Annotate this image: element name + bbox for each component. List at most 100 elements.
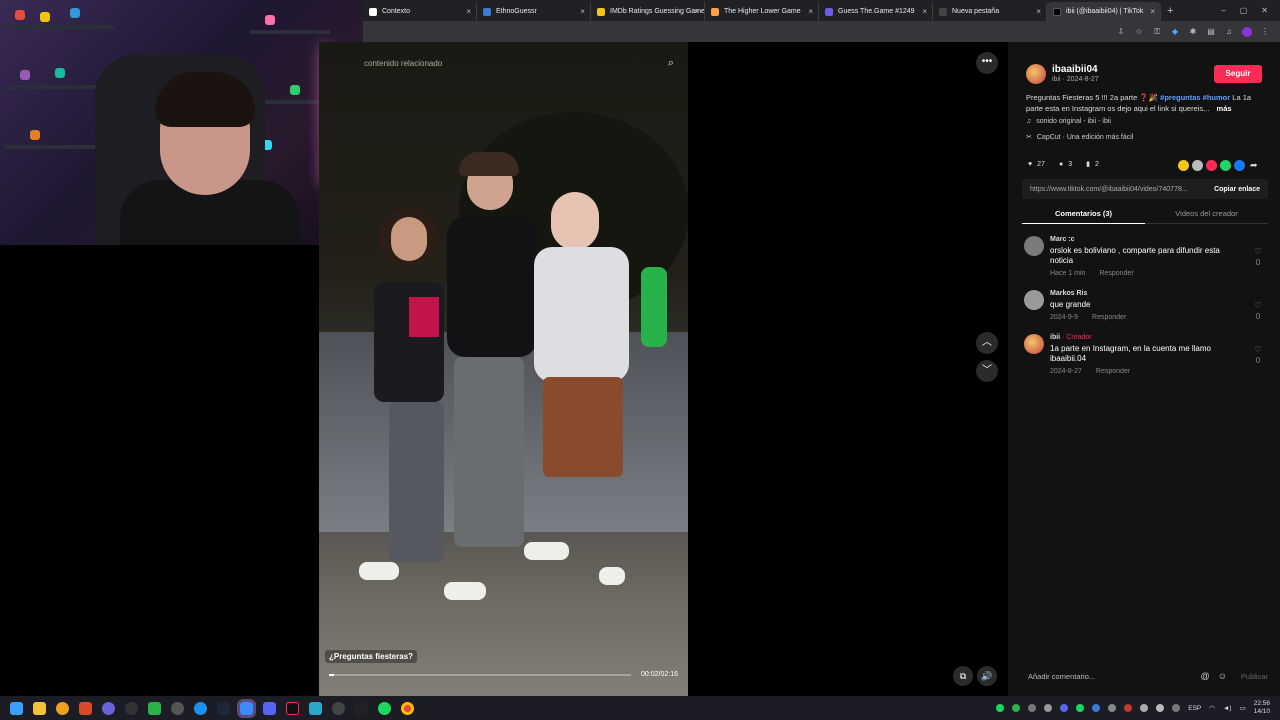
tray-icon[interactable]	[1092, 704, 1101, 712]
search-icon[interactable]	[56, 701, 69, 715]
commenter-avatar[interactable]	[1024, 290, 1044, 310]
app-icon[interactable]	[79, 701, 92, 715]
sound-line[interactable]: ♫ sonido original - ibii - ibii	[1026, 118, 1111, 125]
wifi-icon[interactable]: ◠	[1209, 704, 1215, 712]
comment-input[interactable]: Añadir comentario...	[1020, 672, 1095, 681]
language-indicator[interactable]: ESP	[1188, 705, 1201, 712]
tab-contexto[interactable]: Contexto ×	[363, 2, 477, 21]
key-icon[interactable]: ⚿	[1152, 27, 1162, 37]
tab-new-tab[interactable]: Nueva pestaña ×	[933, 2, 1047, 21]
minimize-button[interactable]: –	[1221, 6, 1225, 15]
comment-like-button[interactable]: ♡ 0	[1252, 246, 1264, 268]
more-options-button[interactable]: •••	[976, 52, 998, 74]
previous-video-button[interactable]: ︿	[976, 332, 998, 354]
tab-ethnoguessr[interactable]: EthnoGuessr ×	[477, 2, 591, 21]
spotify-icon[interactable]	[378, 701, 391, 715]
friends-share-icon[interactable]	[1192, 160, 1203, 171]
tray-icon[interactable]	[1060, 704, 1069, 712]
close-tab-icon[interactable]: ×	[1150, 7, 1155, 16]
like-button[interactable]: ♥ 27	[1028, 161, 1045, 168]
app-icon[interactable]	[332, 701, 345, 715]
search-icon[interactable]: ⌕	[668, 57, 674, 70]
follow-button[interactable]: Seguir	[1214, 65, 1262, 83]
chrome-icon[interactable]	[401, 701, 414, 715]
bookmark-star-icon[interactable]: ☆	[1134, 27, 1144, 37]
battery-icon[interactable]: ▭	[1240, 704, 1246, 712]
comment-button[interactable]: ● 3	[1059, 161, 1072, 168]
floating-player-button[interactable]: ⧉	[953, 666, 973, 686]
app-icon[interactable]	[171, 701, 184, 715]
reading-list-icon[interactable]: ▤	[1206, 27, 1216, 37]
tray-icon[interactable]	[1028, 704, 1037, 712]
tray-icon[interactable]	[1108, 704, 1117, 712]
whatsapp-share-icon[interactable]	[1220, 160, 1231, 171]
facebook-share-icon[interactable]	[1234, 160, 1245, 171]
volume-button[interactable]: 🔊	[977, 666, 997, 686]
reply-button[interactable]: Responder	[1099, 270, 1133, 277]
reply-button[interactable]: Responder	[1092, 314, 1126, 321]
close-tab-icon[interactable]: ×	[922, 7, 927, 16]
tiktok-share-icon[interactable]	[1206, 160, 1217, 171]
reply-button[interactable]: Responder	[1096, 368, 1130, 375]
extension-blue-icon[interactable]: ◆	[1170, 27, 1180, 37]
more-link[interactable]: más	[1217, 104, 1232, 113]
tray-icon[interactable]	[1076, 704, 1085, 712]
video-frame[interactable]: contenido relacionado ⌕ ¿Preguntas fiest…	[319, 42, 688, 696]
tray-icon[interactable]	[1156, 704, 1165, 712]
creator-avatar[interactable]	[1026, 64, 1046, 84]
close-tab-icon[interactable]: ×	[580, 7, 585, 16]
close-tab-icon[interactable]: ×	[466, 7, 471, 16]
comment-user[interactable]: ibii · Creador	[1050, 334, 1092, 341]
tab-imdb[interactable]: IMDb Ratings Guessing Game ×	[591, 2, 705, 21]
edge-icon[interactable]	[194, 701, 207, 715]
volume-icon[interactable]: ◄)	[1223, 705, 1232, 712]
close-window-button[interactable]: ✕	[1261, 6, 1268, 15]
install-icon[interactable]: ⇩	[1116, 27, 1126, 37]
media-icon[interactable]: ♫	[1224, 27, 1234, 37]
publish-button[interactable]: Publicar	[1241, 672, 1268, 681]
discord-icon[interactable]	[263, 701, 276, 715]
mention-icon[interactable]: @	[1201, 671, 1210, 681]
clock[interactable]: 22:56 14/10	[1254, 700, 1270, 716]
maximize-button[interactable]: ▢	[1240, 6, 1248, 15]
commenter-avatar[interactable]	[1024, 236, 1044, 256]
app-icon[interactable]	[125, 701, 138, 715]
close-tab-icon[interactable]: ×	[1036, 7, 1041, 16]
video-progress-bar[interactable]	[329, 674, 631, 676]
tray-icon[interactable]	[996, 704, 1005, 712]
comment-like-button[interactable]: ♡ 0	[1252, 300, 1264, 322]
puzzle-icon[interactable]: ✱	[1188, 27, 1198, 37]
app-icon[interactable]	[355, 701, 368, 715]
tray-icon[interactable]	[1012, 704, 1021, 712]
tab-tiktok[interactable]: ibii (@ibaaibii04) | TikTok ×	[1047, 2, 1161, 21]
close-tab-icon[interactable]: ×	[808, 7, 813, 16]
profile-avatar[interactable]	[1242, 26, 1252, 37]
active-app-icon[interactable]	[237, 698, 256, 718]
creator-username[interactable]: ibaaibii04	[1052, 64, 1098, 75]
tray-icon[interactable]	[1124, 704, 1133, 712]
app-icon[interactable]	[309, 701, 322, 715]
comment-like-button[interactable]: ♡ 0	[1252, 344, 1264, 366]
related-content-search[interactable]: contenido relacionado ⌕	[364, 57, 674, 70]
copy-link-button[interactable]: Copiar enlace	[1214, 186, 1268, 193]
windows-start-icon[interactable]	[10, 701, 23, 715]
video-link[interactable]: https://www.tiktok.com/@ibaaibii04/video…	[1030, 186, 1188, 193]
steam-icon[interactable]	[217, 701, 230, 715]
new-tab-button[interactable]: +	[1161, 5, 1179, 17]
embed-share-icon[interactable]	[1178, 160, 1189, 171]
tab-guess-the-game[interactable]: Guess The.Game #1249 ×	[819, 2, 933, 21]
menu-kebab-icon[interactable]: ⋮	[1260, 27, 1270, 37]
hashtags[interactable]: #preguntas #humor	[1160, 93, 1230, 102]
emoji-icon[interactable]: ☺	[1218, 671, 1227, 681]
share-arrow-icon[interactable]: ➦	[1250, 160, 1258, 171]
commenter-avatar[interactable]	[1024, 334, 1044, 354]
tab-comments[interactable]: Comentarios (3)	[1022, 204, 1145, 224]
capcut-line[interactable]: ✂ CapCut · Una edición más fácil	[1026, 133, 1133, 142]
comment-user[interactable]: Marc :c	[1050, 236, 1075, 243]
tray-icon[interactable]	[1044, 704, 1053, 712]
close-tab-icon[interactable]: ×	[694, 7, 699, 16]
tray-icon[interactable]	[1172, 704, 1181, 712]
tab-creator-videos[interactable]: Videos del creador	[1145, 204, 1268, 224]
file-explorer-icon[interactable]	[33, 701, 46, 715]
next-video-button[interactable]: ﹀	[976, 360, 998, 382]
